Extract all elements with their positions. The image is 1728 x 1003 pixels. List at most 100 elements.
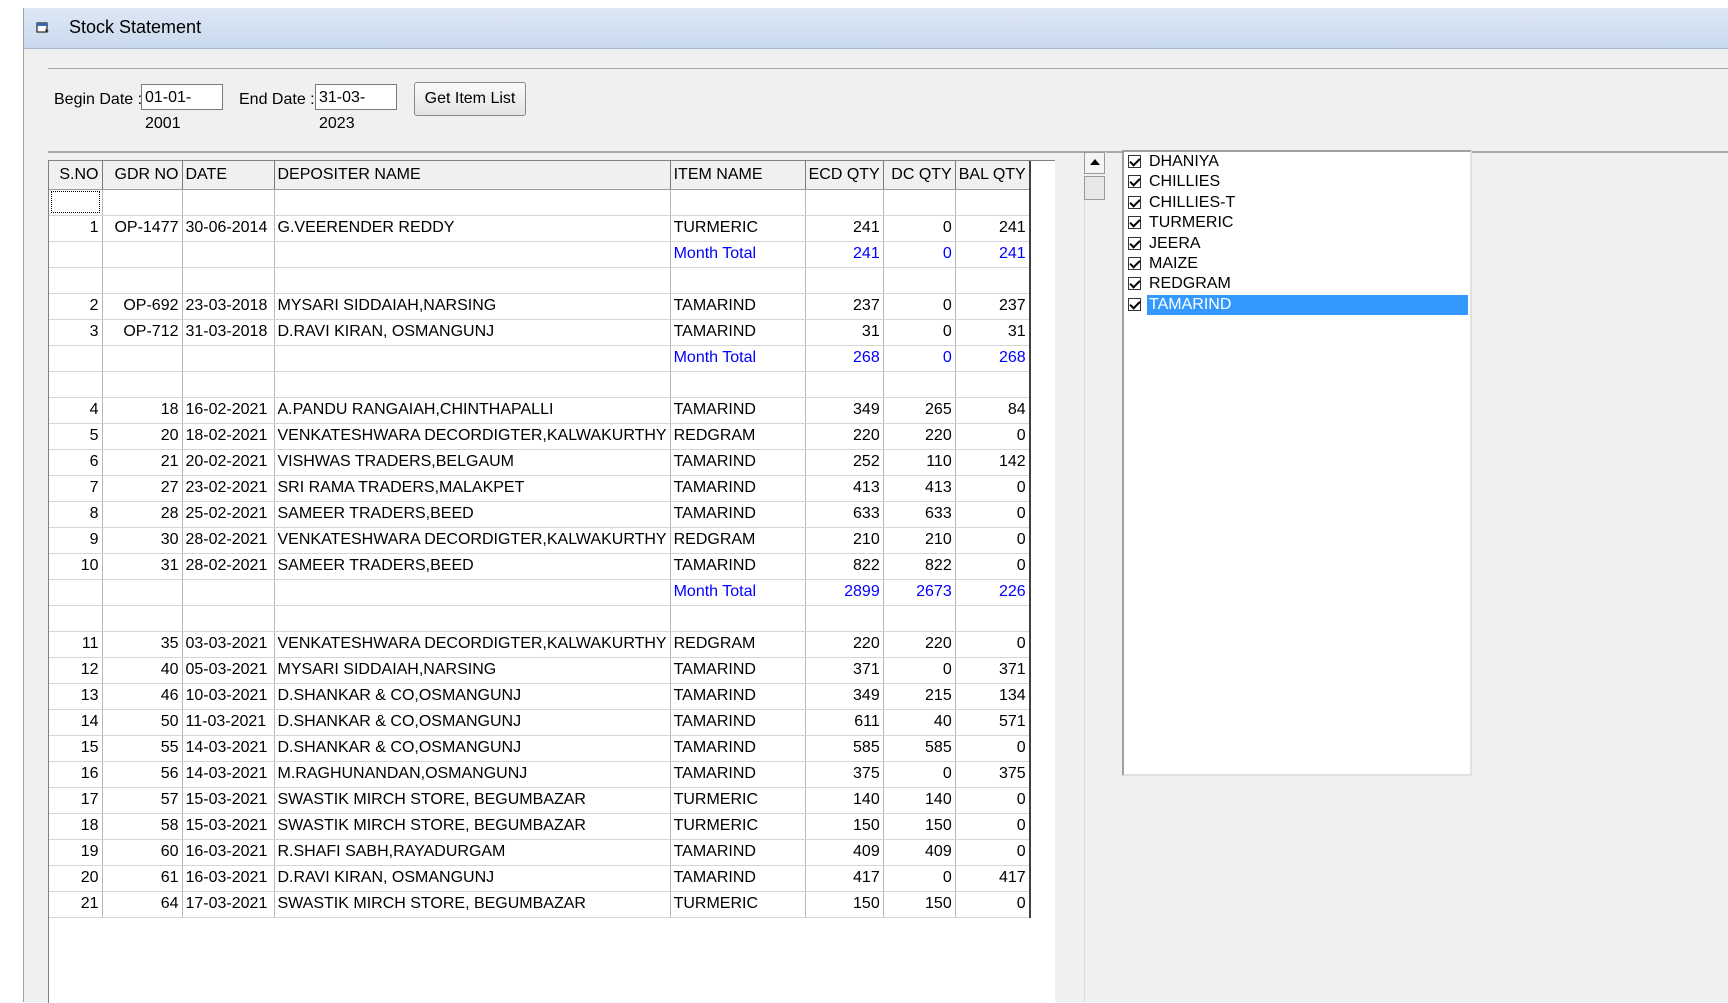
table-cell[interactable]: 265 — [883, 397, 956, 424]
table-cell[interactable]: 0 — [955, 891, 1031, 918]
table-cell[interactable] — [102, 579, 183, 606]
table-cell[interactable]: 03-03-2021 — [182, 631, 275, 658]
table-cell[interactable]: TAMARIND — [670, 865, 806, 892]
table-cell[interactable]: 571 — [955, 709, 1031, 736]
month-total-row[interactable]: Month Total 268 0 268 — [49, 345, 1031, 372]
table-cell[interactable]: 14-03-2021 — [182, 761, 275, 788]
item-checklist[interactable]: DHANIYA CHILLIES CHILLIES-T TURMERIC JEERA MA… — [1122, 150, 1472, 776]
table-cell[interactable]: 20 — [49, 865, 103, 892]
table-row[interactable]: 14 50 11-03-2021 D.SHANKAR & CO,OSMANGUNJ TA… — [49, 709, 1031, 736]
table-cell[interactable]: 0 — [883, 345, 956, 372]
table-cell[interactable]: 25-02-2021 — [182, 501, 275, 528]
table-row[interactable]: 17 57 15-03-2021 SWASTIK MIRCH STORE, BEGUM… — [49, 787, 1031, 814]
table-cell[interactable]: 0 — [883, 761, 956, 788]
table-cell[interactable] — [102, 345, 183, 372]
table-row[interactable]: 10 31 28-02-2021 SAMEER TRADERS,BEED TAMARIN… — [49, 553, 1031, 580]
table-row[interactable]: 2 OP-692 23-03-2018 MYSARI SIDDAIAH,NARSING… — [49, 293, 1031, 320]
table-row[interactable]: 7 27 23-02-2021 SRI RAMA TRADERS,MALAKPET TA… — [49, 475, 1031, 502]
table-cell[interactable]: TAMARIND — [670, 449, 806, 476]
table-cell[interactable] — [102, 605, 183, 632]
table-cell[interactable]: 0 — [883, 215, 956, 242]
table-cell[interactable]: 5 — [49, 423, 103, 450]
table-cell[interactable]: 220 — [883, 631, 956, 658]
table-row[interactable]: 6 21 20-02-2021 VISHWAS TRADERS,BELGAUM TAMA… — [49, 449, 1031, 476]
table-cell[interactable]: 633 — [883, 501, 956, 528]
table-cell[interactable]: 150 — [883, 813, 956, 840]
table-cell[interactable]: 0 — [883, 293, 956, 320]
table-cell[interactable] — [274, 371, 671, 398]
table-cell[interactable]: 237 — [955, 293, 1031, 320]
month-total-row[interactable]: Month Total 2899 2673 226 — [49, 579, 1031, 606]
table-cell[interactable]: VISHWAS TRADERS,BELGAUM — [274, 449, 671, 476]
checklist-item[interactable]: TURMERIC — [1128, 213, 1468, 233]
table-cell[interactable]: G.VEERENDER REDDY — [274, 215, 671, 242]
col-header-dc-qty[interactable]: DC QTY — [883, 161, 956, 190]
table-cell[interactable]: 18 — [102, 397, 183, 424]
table-cell[interactable]: 633 — [805, 501, 884, 528]
checkbox-checked-icon[interactable] — [1128, 175, 1141, 189]
table-cell[interactable]: 14-03-2021 — [182, 735, 275, 762]
table-cell[interactable] — [883, 267, 956, 294]
table-cell[interactable]: 110 — [883, 449, 956, 476]
table-cell[interactable] — [883, 189, 956, 216]
table-cell[interactable]: 409 — [805, 839, 884, 866]
table-cell[interactable]: TAMARIND — [670, 657, 806, 684]
table-cell[interactable]: 27 — [102, 475, 183, 502]
grid-scrollbar[interactable] — [1084, 152, 1106, 1002]
table-cell[interactable]: 31 — [102, 553, 183, 580]
table-row[interactable]: 20 61 16-03-2021 D.RAVI KIRAN, OSMANGUNJ TAM… — [49, 865, 1031, 892]
checklist-item[interactable]: CHILLIES — [1128, 172, 1468, 192]
table-cell[interactable]: 241 — [805, 241, 884, 268]
table-cell[interactable] — [182, 579, 275, 606]
table-cell[interactable]: 18-02-2021 — [182, 423, 275, 450]
table-cell[interactable]: 56 — [102, 761, 183, 788]
table-cell[interactable]: 16-03-2021 — [182, 839, 275, 866]
table-cell[interactable]: 142 — [955, 449, 1031, 476]
table-cell[interactable]: D.SHANKAR & CO,OSMANGUNJ — [274, 709, 671, 736]
table-cell[interactable]: 0 — [883, 657, 956, 684]
table-cell[interactable]: 349 — [805, 683, 884, 710]
table-cell[interactable]: 11 — [49, 631, 103, 658]
table-cell[interactable]: 20 — [102, 423, 183, 450]
table-cell[interactable]: 7 — [49, 475, 103, 502]
table-cell[interactable]: 409 — [883, 839, 956, 866]
table-cell[interactable]: 28-02-2021 — [182, 527, 275, 554]
table-cell[interactable]: 0 — [955, 735, 1031, 762]
table-cell[interactable]: TURMERIC — [670, 891, 806, 918]
col-header-sno[interactable]: S.NO — [49, 161, 103, 190]
table-cell[interactable] — [274, 267, 671, 294]
col-header-ecd-qty[interactable]: ECD QTY — [805, 161, 884, 190]
table-cell[interactable]: 21 — [49, 891, 103, 918]
table-cell[interactable]: 18 — [49, 813, 103, 840]
table-cell[interactable]: TAMARIND — [670, 293, 806, 320]
table-cell[interactable]: 57 — [102, 787, 183, 814]
table-cell[interactable]: TAMARIND — [670, 475, 806, 502]
table-cell[interactable]: 40 — [102, 657, 183, 684]
table-row[interactable]: 21 64 17-03-2021 SWASTIK MIRCH STORE, BEGUM… — [49, 891, 1031, 918]
table-row[interactable]: 1 OP-1477 30-06-2014 G.VEERENDER REDDY TURME… — [49, 215, 1031, 242]
table-cell[interactable] — [274, 345, 671, 372]
checkbox-checked-icon[interactable] — [1128, 297, 1141, 311]
table-row[interactable]: 13 46 10-03-2021 D.SHANKAR & CO,OSMANGUNJ TA… — [49, 683, 1031, 710]
table-cell[interactable]: 0 — [955, 475, 1031, 502]
table-cell[interactable]: 15 — [49, 735, 103, 762]
table-cell[interactable] — [182, 345, 275, 372]
table-cell[interactable]: 268 — [805, 345, 884, 372]
table-cell[interactable]: SWASTIK MIRCH STORE, BEGUMBAZAR — [274, 813, 671, 840]
table-cell[interactable] — [102, 241, 183, 268]
get-item-list-button[interactable]: Get Item List — [414, 82, 526, 116]
table-cell[interactable]: MYSARI SIDDAIAH,NARSING — [274, 657, 671, 684]
stock-grid[interactable]: S.NO GDR NO DATE DEPOSITER NAME ITEM NAM… — [48, 160, 1055, 1003]
table-cell[interactable] — [274, 579, 671, 606]
checklist-item[interactable]: MAIZE — [1128, 254, 1468, 274]
table-cell[interactable]: 0 — [955, 813, 1031, 840]
table-cell[interactable] — [182, 241, 275, 268]
checkbox-checked-icon[interactable] — [1128, 277, 1141, 291]
table-cell[interactable]: TAMARIND — [670, 761, 806, 788]
table-cell[interactable]: D.RAVI KIRAN, OSMANGUNJ — [274, 319, 671, 346]
table-cell[interactable]: 413 — [883, 475, 956, 502]
table-cell[interactable] — [182, 371, 275, 398]
table-cell[interactable]: 30 — [102, 527, 183, 554]
table-row[interactable]: 15 55 14-03-2021 D.SHANKAR & CO,OSMANGUNJ TA… — [49, 735, 1031, 762]
table-cell[interactable]: 0 — [883, 241, 956, 268]
